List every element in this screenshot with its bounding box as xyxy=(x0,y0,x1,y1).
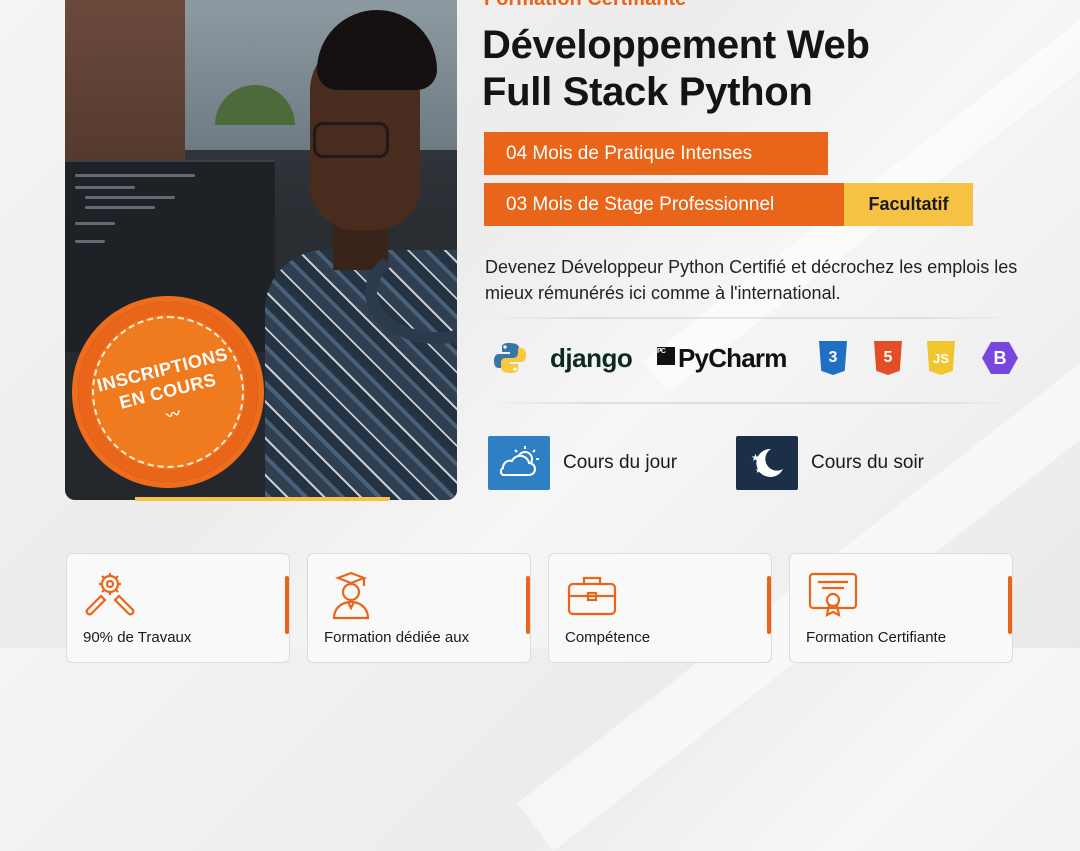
sun-cloud-icon xyxy=(488,436,550,490)
evening-course-label: Cours du soir xyxy=(811,452,924,473)
graduate-icon xyxy=(324,570,378,620)
pycharm-mark: PC xyxy=(657,347,675,365)
title-line2: Full Stack Python xyxy=(482,70,813,114)
javascript-logo-icon: JS xyxy=(927,338,955,378)
day-course: Cours du jour xyxy=(488,436,677,490)
python-logo-icon xyxy=(493,338,527,378)
feature-card: 90% de Travaux xyxy=(66,553,290,663)
html5-logo-icon: 5 xyxy=(874,338,902,378)
gear-wrench-icon xyxy=(83,570,137,620)
pycharm-text: PyCharm xyxy=(678,342,787,373)
feature-card: Formation Certifiante xyxy=(789,553,1013,663)
optional-tag: Facultatif xyxy=(844,183,973,226)
title-line1: Développement Web xyxy=(482,23,870,67)
certificate-icon xyxy=(806,570,860,620)
inscriptions-badge: INSCRIPTIONS EN COURS 〰 xyxy=(78,302,258,482)
practice-tag: 04 Mois de Pratique Intenses xyxy=(484,132,828,175)
css3-logo-icon: 3 xyxy=(819,338,847,378)
card-label: 90% de Travaux xyxy=(83,629,192,646)
card-label: Formation dédiée aux xyxy=(324,629,470,646)
internship-tag: 03 Mois de Stage Professionnel xyxy=(484,183,844,226)
day-course-label: Cours du jour xyxy=(563,452,678,473)
divider xyxy=(486,402,1018,404)
briefcase-icon xyxy=(565,570,619,620)
divider xyxy=(486,317,1018,319)
card-label: Formation Certifiante xyxy=(806,629,947,646)
description: Devenez Développeur Python Certifié et d… xyxy=(485,257,1018,303)
pycharm-logo-icon: PC PyCharm xyxy=(657,338,787,378)
svg-text:★: ★ xyxy=(751,453,760,464)
bootstrap-logo-icon: B xyxy=(982,338,1018,378)
moon-stars-icon: ★ ★ xyxy=(736,436,798,490)
kicker: Formation Certifiante xyxy=(484,0,686,11)
page-title: Développement Web Full Stack Python xyxy=(482,22,870,116)
evening-course: ★ ★ Cours du soir xyxy=(736,436,924,490)
feature-card: Formation dédiée aux xyxy=(307,553,531,663)
django-logo-icon: django xyxy=(550,342,633,373)
photo-accent-line xyxy=(135,497,390,501)
card-label: Compétence xyxy=(565,629,651,646)
feature-card: Compétence xyxy=(548,553,772,663)
svg-text:★: ★ xyxy=(755,466,762,475)
